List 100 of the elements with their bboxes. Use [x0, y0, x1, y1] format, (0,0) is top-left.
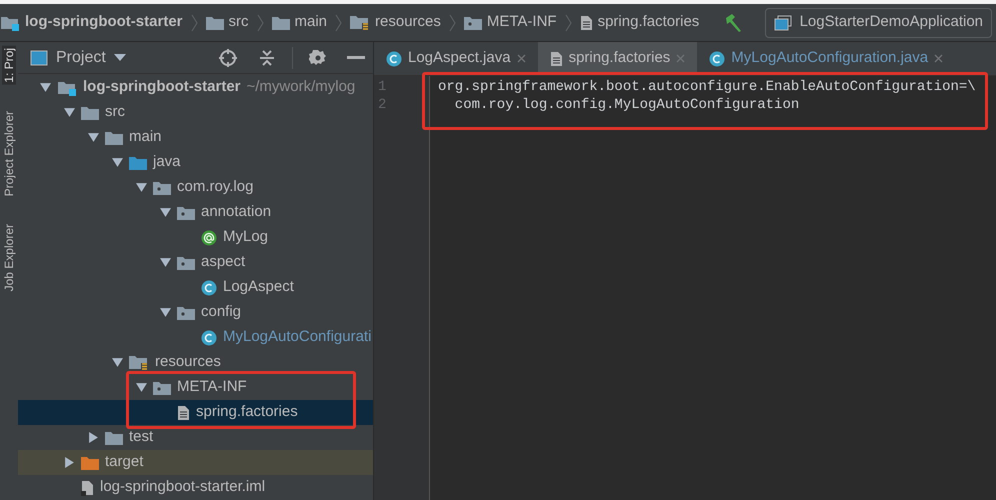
- tree-label: LogAspect: [223, 277, 294, 298]
- expanded-arrow-icon[interactable]: [160, 307, 171, 318]
- folder-icon: [81, 456, 99, 470]
- chevron-icon: [564, 14, 572, 32]
- editor-tab[interactable]: LogAspect.java: [374, 42, 538, 75]
- breadcrumb[interactable]: main: [272, 11, 328, 34]
- tree-row[interactable]: com.roy.log: [18, 175, 373, 200]
- file-icon: [550, 50, 563, 66]
- tree-row[interactable]: aspect: [18, 250, 373, 275]
- tree-row[interactable]: src: [18, 100, 373, 125]
- tree-row[interactable]: java: [18, 150, 373, 175]
- expanded-arrow-icon[interactable]: [160, 207, 171, 218]
- tree-label: log-springboot-starter.iml: [100, 477, 266, 498]
- file-icon: [177, 404, 190, 420]
- minimize-icon[interactable]: [347, 56, 365, 60]
- expanded-arrow-icon[interactable]: [64, 107, 75, 118]
- class-icon: [201, 280, 217, 296]
- breadcrumb[interactable]: src: [206, 11, 248, 34]
- chevron-icon: [190, 14, 198, 32]
- tree-row[interactable]: annotation: [18, 200, 373, 225]
- folder-icon: [105, 430, 123, 444]
- package-folder-icon: [153, 380, 171, 394]
- tree-label: spring.factories: [196, 402, 298, 422]
- collapse-all-icon[interactable]: [258, 48, 276, 68]
- expanded-arrow-icon[interactable]: [88, 132, 99, 143]
- tree-row[interactable]: MyLogAutoConfigurati: [18, 325, 373, 350]
- tree-label: config: [201, 302, 242, 322]
- tree-label: target: [105, 452, 144, 472]
- tree-label: log-springboot-starter: [83, 77, 240, 98]
- code-line: com.roy.log.config.MyLogAutoConfiguration: [454, 96, 800, 114]
- tree-label: annotation: [201, 202, 272, 222]
- tree-row[interactable]: target: [18, 450, 373, 475]
- tree-row[interactable]: META-INF: [18, 375, 373, 400]
- side-tab[interactable]: Project Explorer: [2, 108, 16, 198]
- expanded-arrow-icon[interactable]: [112, 357, 123, 368]
- tree-label: com.roy.log: [177, 177, 254, 198]
- tree-label: main: [129, 127, 162, 148]
- collapsed-arrow-icon[interactable]: [88, 432, 99, 443]
- package-folder-icon: [153, 180, 171, 194]
- expanded-arrow-icon[interactable]: [136, 382, 147, 393]
- breadcrumb[interactable]: resources: [350, 11, 441, 34]
- dropdown-arrow-icon[interactable]: [114, 54, 126, 62]
- resources-folder-icon: [129, 354, 149, 370]
- window-icon: [30, 50, 48, 66]
- package-folder-icon: [464, 16, 482, 30]
- project-path: ~/mywork/mylog: [246, 77, 356, 98]
- tree-row[interactable]: LogAspect: [18, 275, 373, 300]
- package-folder-icon: [177, 206, 195, 220]
- panel-title[interactable]: Project: [56, 46, 106, 70]
- tree-row[interactable]: MyLog: [18, 225, 373, 250]
- tree-label: test: [129, 427, 154, 448]
- expanded-arrow-icon[interactable]: [112, 157, 123, 168]
- expanded-arrow-icon[interactable]: [136, 182, 147, 193]
- class-icon: [201, 330, 217, 346]
- folder-icon: [105, 130, 123, 144]
- tree-label: java: [153, 152, 181, 172]
- tree-label: MyLogAutoConfigurati: [223, 327, 372, 348]
- tree-label: aspect: [201, 252, 246, 272]
- package-folder-icon: [177, 306, 195, 320]
- expanded-arrow-icon[interactable]: [40, 82, 51, 93]
- tree-row[interactable]: main: [18, 125, 373, 150]
- folder-icon: [129, 156, 147, 170]
- chevron-icon: [256, 14, 264, 32]
- tree-row[interactable]: log-springboot-starter ~/mywork/mylog: [18, 75, 373, 100]
- class-icon: [386, 50, 402, 66]
- tree-row[interactable]: config: [18, 300, 373, 325]
- folder-icon: [206, 16, 224, 30]
- chevron-icon: [335, 14, 342, 32]
- editor-tab[interactable]: MyLogAutoConfiguration.java: [697, 42, 956, 75]
- window-icon: [774, 14, 792, 30]
- code-line: org.springframework.boot.autoconfigure.EnableAutoConfiguration=\: [438, 78, 977, 96]
- class-icon: [709, 50, 726, 66]
- chevron-icon: [448, 14, 456, 32]
- tree-label: resources: [155, 352, 221, 372]
- tree-row[interactable]: test: [18, 425, 373, 450]
- module-folder-icon: [0, 14, 20, 30]
- breadcrumb[interactable]: log-springboot-starter: [0, 11, 182, 34]
- tree-row[interactable]: resources: [18, 350, 373, 375]
- settings-icon[interactable]: [309, 48, 327, 66]
- run-configuration-dropdown[interactable]: LogStarterDemoApplication: [764, 8, 992, 38]
- folder-icon: [81, 106, 99, 120]
- tree-row[interactable]: log-springboot-starter.iml: [18, 475, 373, 500]
- collapsed-arrow-icon[interactable]: [64, 457, 75, 468]
- tree-label: src: [105, 102, 125, 122]
- expanded-arrow-icon[interactable]: [160, 257, 171, 268]
- package-folder-icon: [177, 256, 195, 270]
- breadcrumb[interactable]: META-INF: [464, 11, 557, 34]
- side-tab[interactable]: Job Explorer: [2, 222, 16, 294]
- crosshair-icon[interactable]: [218, 48, 238, 68]
- breadcrumb[interactable]: spring.factories: [580, 11, 700, 34]
- tree-row[interactable]: spring.factories: [18, 400, 373, 425]
- file-icon: [81, 480, 94, 496]
- side-tab[interactable]: 1: Proj: [2, 46, 16, 85]
- file-icon: [580, 14, 593, 30]
- resources-folder-icon: [350, 14, 370, 30]
- tree-label: META-INF: [177, 377, 247, 398]
- annotation-icon: [201, 230, 217, 246]
- tree-label: MyLog: [223, 227, 268, 248]
- module-folder-icon: [57, 80, 77, 96]
- editor-tab[interactable]: spring.factories: [538, 42, 698, 75]
